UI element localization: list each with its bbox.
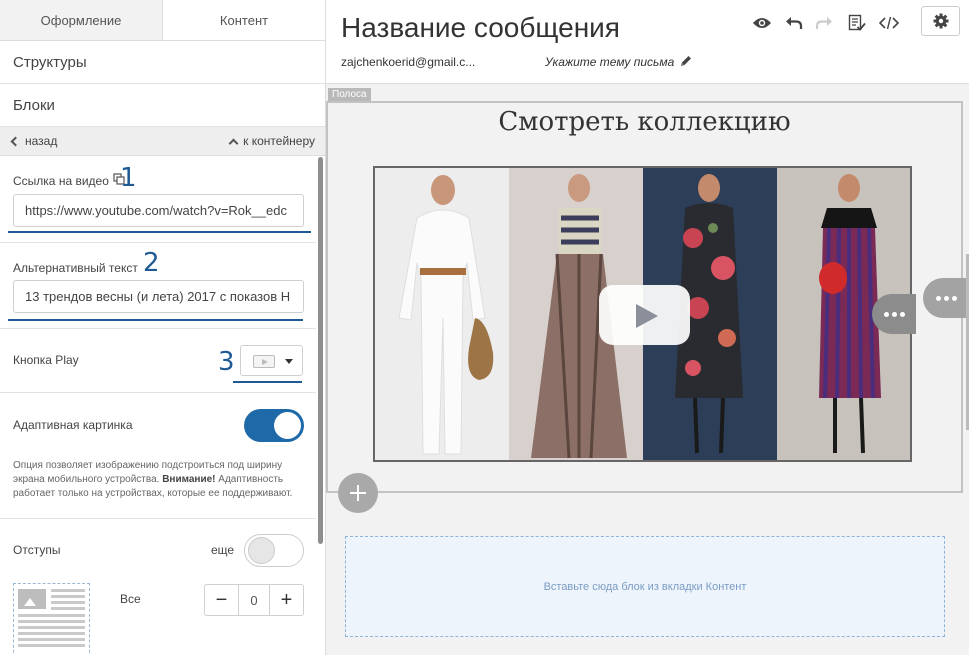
play-button-label: Кнопка Play (13, 353, 79, 367)
back-link[interactable]: назад (10, 134, 58, 148)
checklist-icon[interactable] (844, 11, 870, 35)
caret-down-icon (285, 359, 293, 364)
preview-icon[interactable] (749, 11, 775, 35)
drop-zone[interactable]: Вставьте сюда блок из вкладки Контент (345, 536, 945, 637)
alt-text-label: Альтернативный текст (13, 261, 138, 275)
gear-icon (933, 13, 948, 29)
padding-all-label: Все (120, 592, 141, 606)
adaptive-hint: Опция позволяет изображению подстроиться… (13, 460, 293, 499)
padding-more-label: еще (211, 543, 235, 557)
annotation-underline-1 (8, 231, 311, 233)
to-container-link[interactable]: к контейнеру (228, 134, 315, 149)
pencil-icon[interactable] (679, 54, 693, 68)
stripe-menu-button[interactable] (923, 278, 969, 318)
annotation-2: 2 (143, 248, 160, 278)
adaptive-toggle[interactable] (244, 409, 304, 442)
play-icon (253, 355, 275, 368)
editor-main: Название сообщения zajchenkoerid@gmail.c… (326, 0, 969, 655)
alt-text-input[interactable]: 13 трендов весны (и лета) 2017 с показов… (13, 280, 304, 313)
padding-stepper: − 0 + (204, 584, 304, 616)
sender-email[interactable]: zajchenkoerid@gmail.c... (341, 55, 475, 69)
fashion-photo-1 (375, 168, 509, 460)
tab-content[interactable]: Контент (163, 0, 325, 40)
message-header: Название сообщения zajchenkoerid@gmail.c… (326, 0, 969, 84)
annotation-3: 3 (218, 347, 235, 377)
stripe-label[interactable]: Полоса (328, 88, 371, 102)
sidebar-tabs: Оформление Контент (0, 0, 325, 41)
code-icon[interactable] (876, 11, 902, 35)
padding-preview (13, 583, 90, 655)
message-title[interactable]: Название сообщения (341, 12, 620, 44)
block-title[interactable]: Смотреть коллекцию (326, 107, 963, 137)
chevron-up-icon (228, 138, 239, 149)
annotation-underline-2 (8, 319, 303, 321)
play-button-select[interactable] (240, 345, 303, 376)
drop-zone-text: Вставьте сюда блок из вкладки Контент (543, 580, 747, 593)
back-label: назад (25, 134, 58, 148)
video-link-label: Ссылка на видео (13, 174, 109, 188)
subject-field[interactable]: Укажите тему письма (545, 55, 674, 69)
sidebar-scrollbar[interactable] (318, 157, 323, 544)
chevron-left-icon (10, 136, 21, 147)
play-icon[interactable] (599, 285, 690, 345)
video-thumbnail[interactable] (373, 166, 912, 462)
annotation-underline-3 (233, 381, 302, 383)
adaptive-label: Адаптивная картинка (13, 418, 133, 432)
sidebar-nav-bar: назад к контейнеру (0, 127, 325, 156)
left-sidebar: Оформление Контент Структуры Блоки назад… (0, 0, 326, 655)
toggle-knob (248, 537, 275, 564)
undo-icon[interactable] (781, 11, 807, 35)
video-link-input[interactable]: https://www.youtube.com/watch?v=Rok__edc (13, 194, 304, 227)
increment-button[interactable]: + (270, 585, 303, 615)
toggle-knob (274, 412, 301, 439)
image-placeholder-icon (18, 589, 46, 609)
settings-button[interactable] (921, 6, 960, 36)
to-container-label: к контейнеру (243, 134, 315, 148)
padding-more-toggle[interactable] (244, 534, 304, 567)
padding-label: Отступы (13, 543, 61, 557)
redo-icon[interactable] (811, 11, 837, 35)
block-menu-button[interactable] (872, 294, 916, 334)
padding-value[interactable]: 0 (238, 585, 270, 615)
add-block-button[interactable] (338, 473, 378, 513)
menu-blocks[interactable]: Блоки (0, 84, 325, 127)
decrement-button[interactable]: − (205, 585, 238, 615)
menu-structures[interactable]: Структуры (0, 41, 325, 84)
tab-design[interactable]: Оформление (0, 0, 163, 40)
annotation-1: 1 (120, 163, 137, 193)
